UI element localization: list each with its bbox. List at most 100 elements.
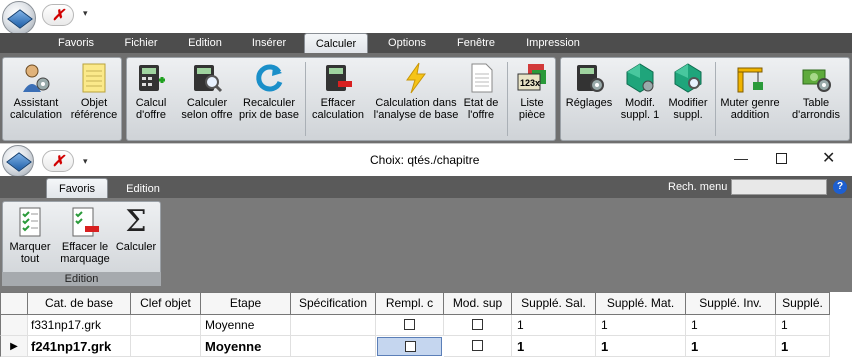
button-label: tout xyxy=(20,253,40,265)
cell-supple[interactable]: 1 xyxy=(776,336,830,357)
close-icon[interactable]: ✕ xyxy=(822,148,835,168)
customize-quick-access-icon[interactable]: ▾ xyxy=(83,156,88,167)
table-arrondis-button[interactable]: Table d'arrondis xyxy=(783,62,849,121)
check-list-clear-icon xyxy=(69,206,101,238)
column-header-cat-de-base[interactable]: Cat. de base xyxy=(28,292,131,315)
notepad-icon xyxy=(78,62,110,94)
cell-mod-sup[interactable] xyxy=(444,336,512,357)
tab-fichier[interactable]: Fichier xyxy=(111,33,171,53)
maximize-icon[interactable] xyxy=(776,150,787,164)
cell-etape[interactable]: Moyenne xyxy=(201,315,291,336)
calculation-analyse-base-button[interactable]: Calculation dans l'analyse de base xyxy=(369,62,463,121)
current-row-indicator-icon[interactable]: ▶ xyxy=(0,336,28,357)
tab-favoris[interactable]: Favoris xyxy=(46,33,106,53)
cell-etape[interactable]: Moyenne xyxy=(201,336,291,357)
column-header-supple-sal[interactable]: Supplé. Sal. xyxy=(512,292,596,315)
cell-supple-inv[interactable]: 1 xyxy=(686,315,776,336)
cell-supple-mat[interactable]: 1 xyxy=(596,315,686,336)
column-header-mod-sup[interactable]: Mod. sup xyxy=(444,292,512,315)
calculator-gear-icon xyxy=(573,62,605,94)
dialog-title: Choix: qtés./chapitre xyxy=(370,153,480,167)
effacer-marquage-button[interactable]: Effacer le marquage xyxy=(57,206,113,265)
tab-fenetre[interactable]: Fenêtre xyxy=(445,33,507,53)
tab-inserer[interactable]: Insérer xyxy=(239,33,299,53)
calcul-offre-button[interactable]: Calcul d'offre xyxy=(129,62,173,121)
red-x-icon: ✗ xyxy=(52,153,65,170)
button-label: addition xyxy=(730,109,770,121)
button-label: Liste xyxy=(520,97,544,109)
button-label: prix de base xyxy=(239,109,299,121)
cell-cat-de-base[interactable]: f331np17.grk xyxy=(28,315,131,336)
cell-mod-sup[interactable] xyxy=(444,315,512,336)
cell-specification[interactable] xyxy=(291,315,376,336)
row-indicator[interactable] xyxy=(0,315,28,336)
calculer-button[interactable]: Σ Calculer xyxy=(113,206,159,254)
rempl-checkbox[interactable] xyxy=(405,341,416,352)
quick-access-toolbar xyxy=(0,0,852,32)
tab-edition[interactable]: Edition xyxy=(176,33,234,53)
dialog-menu-button[interactable] xyxy=(2,145,34,177)
modifier-suppl-button[interactable]: Modifier suppl. xyxy=(663,62,713,121)
tab-options[interactable]: Options xyxy=(374,33,440,53)
crane-icon xyxy=(734,62,766,94)
etat-offre-button[interactable]: Etat de l'offre xyxy=(461,62,501,121)
ribbon-tab-bar: Favoris Fichier Edition Insérer Calculer… xyxy=(0,33,852,54)
close-document-button[interactable]: ✗ xyxy=(42,4,74,26)
minimize-icon[interactable]: — xyxy=(734,150,748,166)
cell-supple-sal[interactable]: 1 xyxy=(512,315,596,336)
red-x-icon: ✗ xyxy=(52,7,65,24)
button-label: Réglages xyxy=(565,97,613,109)
tab-calculer[interactable]: Calculer xyxy=(304,33,368,54)
cell-clef-objet[interactable] xyxy=(131,315,201,336)
mod-sup-checkbox[interactable] xyxy=(472,319,483,330)
cell-supple-mat[interactable]: 1 xyxy=(596,336,686,357)
cell-clef-objet[interactable] xyxy=(131,336,201,357)
button-label: Calculer xyxy=(186,97,228,109)
button-label: pièce xyxy=(518,109,546,121)
cell-rempl-c[interactable] xyxy=(376,315,444,336)
cube-icon xyxy=(6,152,32,172)
tab-edition[interactable]: Edition xyxy=(114,178,172,200)
rempl-checkbox[interactable] xyxy=(404,319,415,330)
button-label: Effacer le xyxy=(61,241,109,253)
column-header-clef-objet[interactable]: Clef objet xyxy=(131,292,201,315)
search-menu-input[interactable] xyxy=(731,179,827,195)
dialog-close-document-button[interactable]: ✗ xyxy=(42,150,74,172)
application-menu-button[interactable] xyxy=(2,1,36,35)
cell-supple-sal[interactable]: 1 xyxy=(512,336,596,357)
liste-piece-button[interactable]: 123x Liste pièce xyxy=(511,62,553,121)
cell-rempl-c-selected[interactable] xyxy=(377,337,442,356)
cell-cat-de-base[interactable]: f241np17.grk xyxy=(28,336,131,357)
column-header-supple-mat[interactable]: Supplé. Mat. xyxy=(596,292,686,315)
modif-suppl-1-button[interactable]: Modif. suppl. 1 xyxy=(615,62,665,121)
row-header-corner xyxy=(0,292,28,315)
button-label: Modif. xyxy=(625,97,655,109)
calculer-selon-offre-button[interactable]: Calculer selon offre xyxy=(177,62,237,121)
wizard-user-icon xyxy=(20,62,52,94)
column-header-supple-inv[interactable]: Supplé. Inv. xyxy=(686,292,776,315)
cell-supple-inv[interactable]: 1 xyxy=(686,336,776,357)
tab-impression[interactable]: Impression xyxy=(515,33,591,53)
reglages-button[interactable]: Réglages xyxy=(563,62,615,109)
button-label: calculation xyxy=(10,109,62,121)
button-label: selon offre xyxy=(181,109,233,121)
cell-supple[interactable]: 1 xyxy=(776,315,830,336)
customize-quick-access-icon[interactable]: ▾ xyxy=(83,8,88,19)
column-header-etape[interactable]: Etape xyxy=(201,292,291,315)
objet-reference-button[interactable]: Objet référence xyxy=(67,62,121,121)
mod-sup-checkbox[interactable] xyxy=(472,340,483,351)
recalculer-prix-base-button[interactable]: Recalculer prix de base xyxy=(237,62,301,121)
button-label: calculation xyxy=(312,109,364,121)
effacer-calculation-button[interactable]: Effacer calculation xyxy=(307,62,369,121)
help-icon[interactable]: ? xyxy=(833,180,847,194)
muter-genre-addition-button[interactable]: Muter genre addition xyxy=(717,62,783,121)
column-header-specification[interactable]: Spécification xyxy=(291,292,376,315)
cell-specification[interactable] xyxy=(291,336,376,357)
marquer-tout-button[interactable]: Marquer tout xyxy=(5,206,55,265)
search-menu-label: Rech. menu xyxy=(668,181,728,193)
data-grid: Cat. de base Clef objet Etape Spécificat… xyxy=(0,292,852,358)
column-header-supple[interactable]: Supplé. xyxy=(776,292,830,315)
assistant-calculation-button[interactable]: Assistant calculation xyxy=(5,62,67,121)
calculator-search-icon xyxy=(191,62,223,94)
column-header-rempl-c[interactable]: Rempl. c xyxy=(376,292,444,315)
